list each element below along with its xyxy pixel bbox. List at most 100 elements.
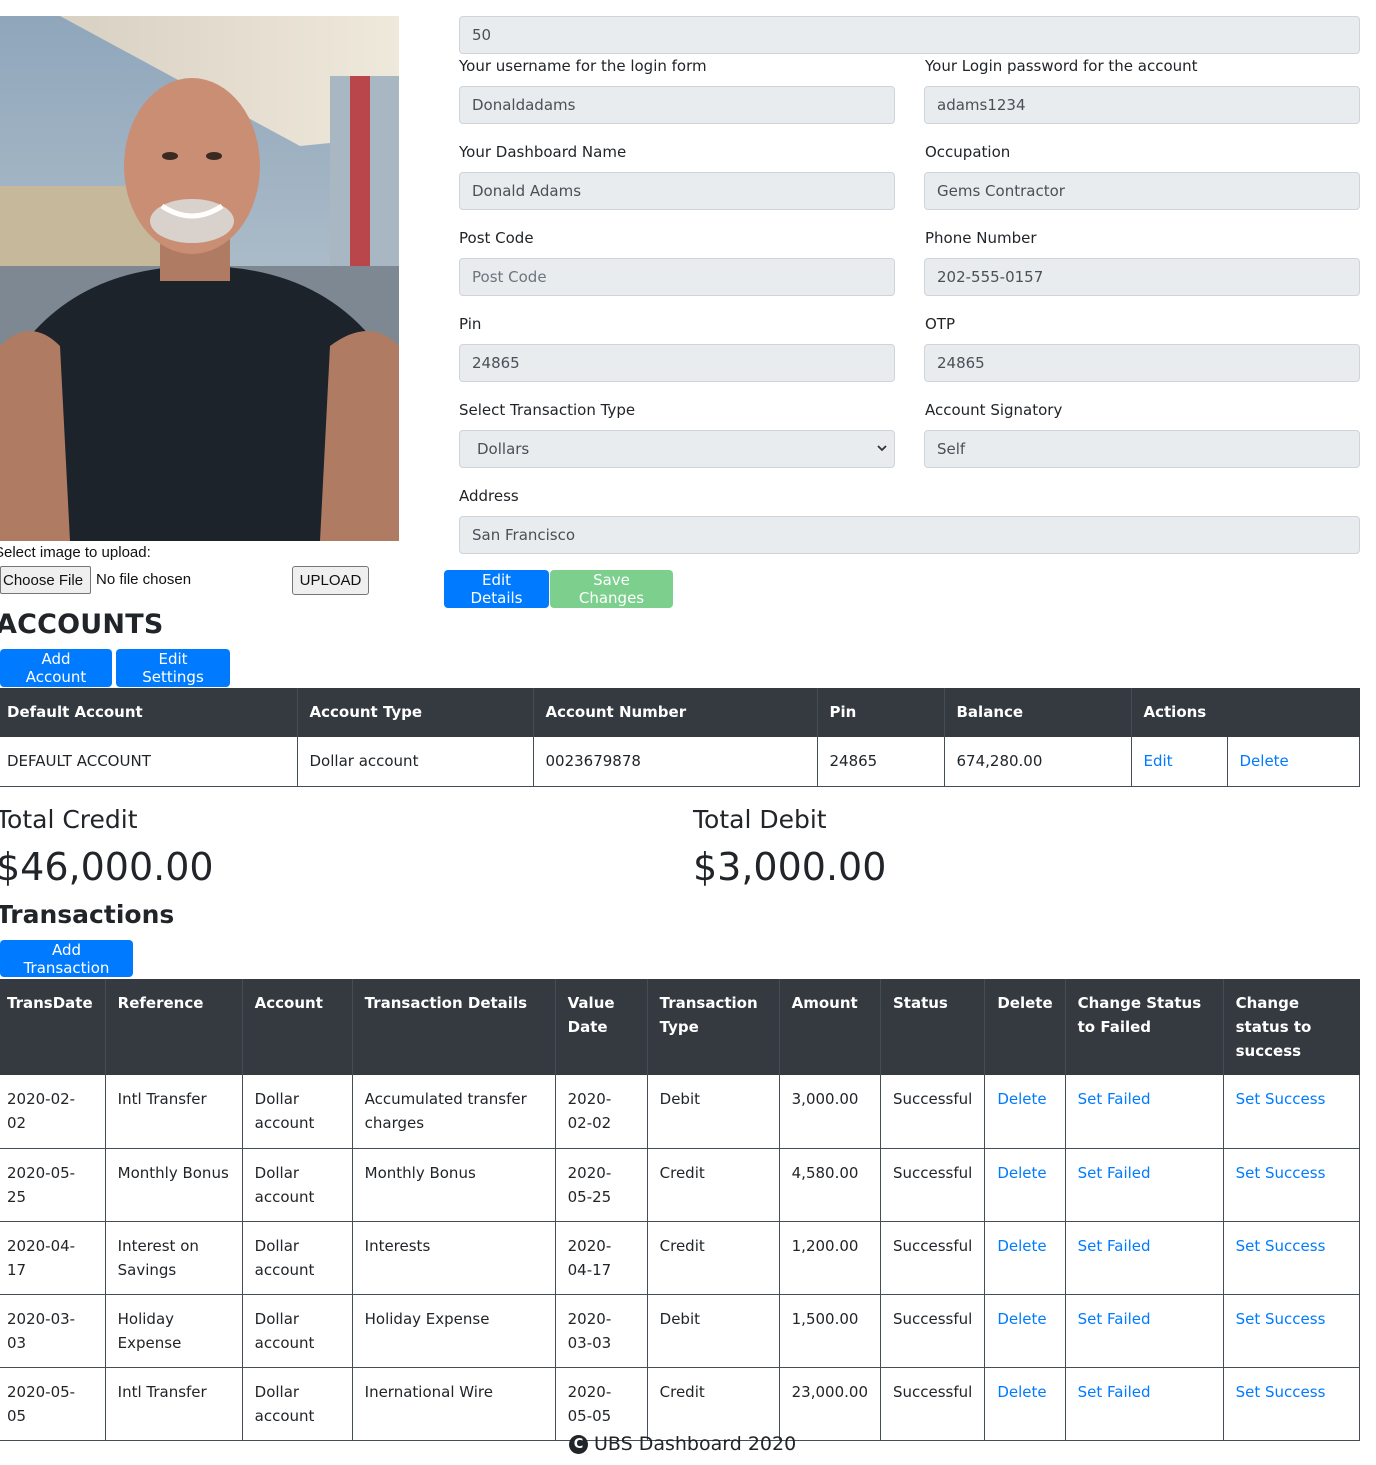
reference-cell: Intl Transfer xyxy=(104,1075,243,1149)
pin-field[interactable]: 24865 xyxy=(459,344,895,382)
dashboard-name-field[interactable]: Donald Adams xyxy=(459,172,895,210)
account-cell: Dollar account xyxy=(241,1294,353,1368)
set-failed-link[interactable]: Set Failed xyxy=(1078,1164,1151,1182)
upload-label: Select image to upload: xyxy=(0,544,151,561)
set-failed-cell: Set Failed xyxy=(1064,1221,1224,1295)
balance-field[interactable]: 50 xyxy=(459,16,1360,54)
balance-cell: 674,280.00 xyxy=(943,737,1131,787)
footer-text: UBS Dashboard 2020 xyxy=(594,1433,797,1455)
account-type-cell: Dollar account xyxy=(296,737,533,787)
delete-transaction-link[interactable]: Delete xyxy=(997,1090,1046,1108)
set-failed-link[interactable]: Set Failed xyxy=(1078,1310,1151,1328)
add-account-button[interactable]: Add Account xyxy=(0,649,112,687)
value-date-cell: 2020-02-02 xyxy=(554,1075,648,1149)
choose-file-button[interactable]: Choose File xyxy=(0,566,91,594)
default-account-cell: DEFAULT ACCOUNT xyxy=(0,737,297,787)
phone-field[interactable]: 202-555-0157 xyxy=(924,258,1360,296)
delete-transaction-link[interactable]: Delete xyxy=(997,1164,1046,1182)
column-header: Change status to success xyxy=(1222,979,1360,1075)
column-header: Account Type xyxy=(296,688,533,737)
column-header: Account Number xyxy=(532,688,817,737)
password-label: Your Login password for the account xyxy=(925,57,1198,75)
column-header: Value Date xyxy=(554,979,648,1075)
set-success-cell: Set Success xyxy=(1222,1294,1361,1368)
table-row: 2020-03-03 Holiday Expense Dollar accoun… xyxy=(0,1294,1361,1368)
delete-transaction-link[interactable]: Delete xyxy=(997,1310,1046,1328)
delete-transaction-link[interactable]: Delete xyxy=(997,1383,1046,1401)
transaction-type-select[interactable]: Dollars xyxy=(459,430,895,468)
password-field[interactable]: adams1234 xyxy=(924,86,1360,124)
account-number-cell: 0023679878 xyxy=(532,737,817,787)
amount-cell: 23,000.00 xyxy=(778,1367,881,1441)
save-changes-button[interactable]: Save Changes xyxy=(550,570,673,608)
status-cell: Successful xyxy=(879,1148,985,1222)
signatory-field[interactable]: Self xyxy=(924,430,1360,468)
trans-date-cell: 2020-04-17 xyxy=(0,1221,106,1295)
trans-date-cell: 2020-05-25 xyxy=(0,1148,106,1222)
type-cell: Debit xyxy=(646,1075,780,1149)
otp-field[interactable]: 24865 xyxy=(924,344,1360,382)
post-code-field[interactable]: Post Code xyxy=(459,258,895,296)
table-row: DEFAULT ACCOUNT Dollar account 002367987… xyxy=(0,737,1360,787)
edit-cell: Edit xyxy=(1130,737,1227,787)
username-label: Your username for the login form xyxy=(459,57,707,75)
details-cell: Holiday Expense xyxy=(351,1294,556,1368)
delete-cell: Delete xyxy=(984,1221,1066,1295)
column-header: Account xyxy=(241,979,353,1075)
column-header: Default Account xyxy=(0,688,297,737)
edit-account-link[interactable]: Edit xyxy=(1144,752,1173,770)
add-transaction-button[interactable]: Add Transaction xyxy=(0,940,133,977)
column-header: Transaction Details xyxy=(351,979,556,1075)
delete-cell: Delete xyxy=(984,1148,1066,1222)
username-field[interactable]: Donaldadams xyxy=(459,86,895,124)
set-success-link[interactable]: Set Success xyxy=(1236,1383,1326,1401)
edit-settings-button[interactable]: Edit Settings xyxy=(116,649,230,687)
set-failed-link[interactable]: Set Failed xyxy=(1078,1237,1151,1255)
set-failed-cell: Set Failed xyxy=(1064,1075,1224,1149)
address-label: Address xyxy=(459,487,519,505)
table-row: 2020-02-02 Intl Transfer Dollar account … xyxy=(0,1075,1361,1149)
value-date-cell: 2020-05-05 xyxy=(554,1367,648,1441)
set-failed-cell: Set Failed xyxy=(1064,1367,1224,1441)
details-cell: Accumulated transfer charges xyxy=(351,1075,556,1149)
set-failed-cell: Set Failed xyxy=(1064,1294,1224,1368)
address-field[interactable]: San Francisco xyxy=(459,516,1360,554)
post-code-label: Post Code xyxy=(459,229,534,247)
pin-label: Pin xyxy=(459,315,482,333)
transactions-heading: Transactions xyxy=(0,900,175,929)
footer: C UBS Dashboard 2020 xyxy=(569,1433,796,1455)
total-credit-value: $46,000.00 xyxy=(0,845,214,889)
account-cell: Dollar account xyxy=(241,1148,353,1222)
delete-transaction-link[interactable]: Delete xyxy=(997,1237,1046,1255)
edit-details-button[interactable]: Edit Details xyxy=(444,570,549,608)
pin-cell: 24865 xyxy=(816,737,944,787)
set-success-link[interactable]: Set Success xyxy=(1236,1237,1326,1255)
transaction-type-label: Select Transaction Type xyxy=(459,401,636,419)
upload-button[interactable]: UPLOAD xyxy=(292,566,369,595)
column-header: Status xyxy=(879,979,985,1075)
total-credit-label: Total Credit xyxy=(0,805,138,834)
column-header: Amount xyxy=(778,979,881,1075)
account-cell: Dollar account xyxy=(241,1075,353,1149)
set-failed-link[interactable]: Set Failed xyxy=(1078,1090,1151,1108)
accounts-heading: ACCOUNTS xyxy=(0,609,164,640)
set-failed-cell: Set Failed xyxy=(1064,1148,1224,1222)
reference-cell: Intl Transfer xyxy=(104,1367,243,1441)
trans-date-cell: 2020-03-03 xyxy=(0,1294,106,1368)
delete-cell: Delete xyxy=(984,1075,1066,1149)
account-cell: Dollar account xyxy=(241,1221,353,1295)
delete-account-link[interactable]: Delete xyxy=(1240,752,1289,770)
set-success-cell: Set Success xyxy=(1222,1148,1361,1222)
status-cell: Successful xyxy=(879,1075,985,1149)
delete-cell: Delete xyxy=(984,1294,1066,1368)
type-cell: Credit xyxy=(646,1148,780,1222)
set-success-link[interactable]: Set Success xyxy=(1236,1090,1326,1108)
dashboard-name-label: Your Dashboard Name xyxy=(459,143,627,161)
status-cell: Successful xyxy=(879,1367,985,1441)
occupation-field[interactable]: Gems Contractor xyxy=(924,172,1360,210)
set-failed-link[interactable]: Set Failed xyxy=(1078,1383,1151,1401)
set-success-link[interactable]: Set Success xyxy=(1236,1310,1326,1328)
signatory-label: Account Signatory xyxy=(925,401,1063,419)
reference-cell: Interest on Savings xyxy=(104,1221,243,1295)
set-success-link[interactable]: Set Success xyxy=(1236,1164,1326,1182)
